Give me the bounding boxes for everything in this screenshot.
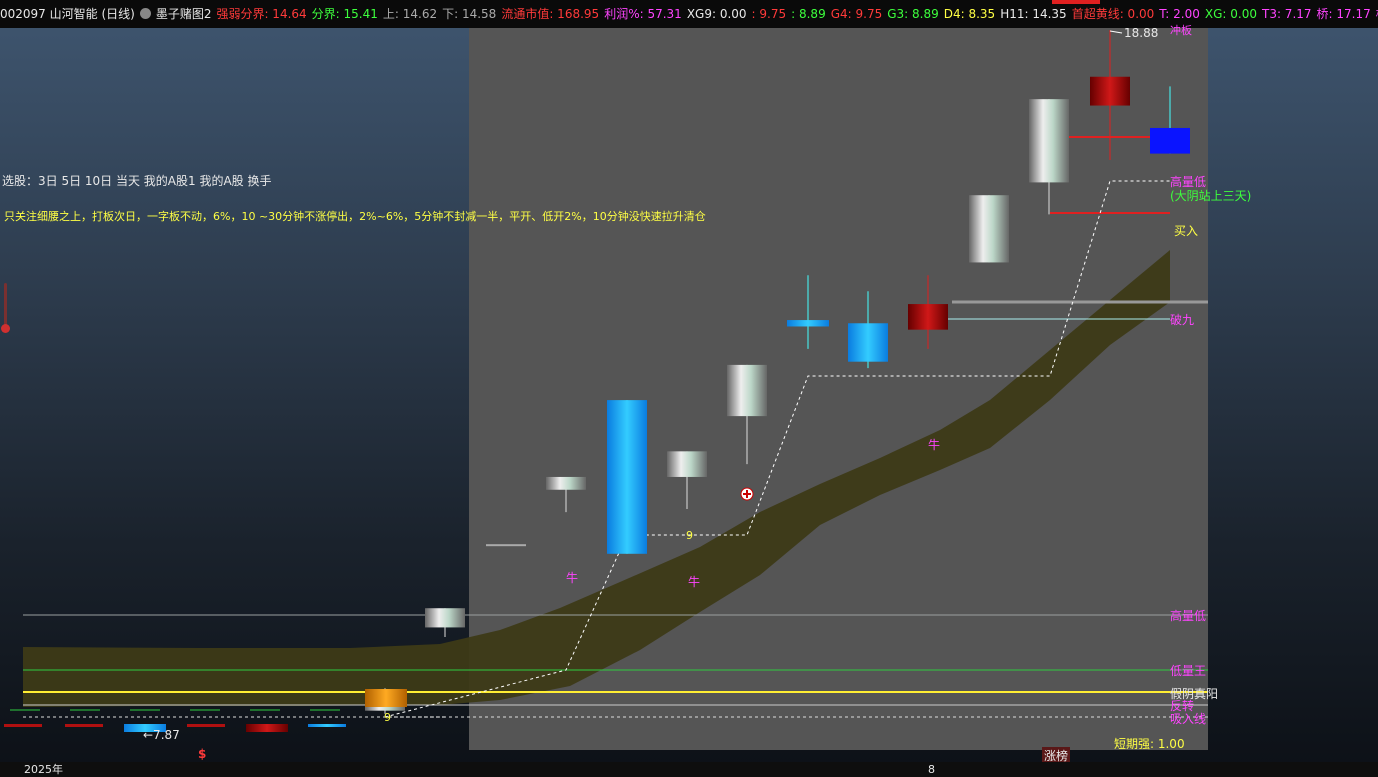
high-price-label: 18.88 xyxy=(1124,26,1159,40)
candle-body xyxy=(969,195,1009,263)
candle-body xyxy=(607,400,647,554)
select-stock-line[interactable]: 选股：3日 5日 10日 当天 我的A股1 我的A股 换手 xyxy=(2,172,271,189)
dollar-marker: $ xyxy=(198,747,207,761)
candle-body xyxy=(1090,76,1130,106)
candle-body xyxy=(667,451,707,477)
thermometer-bulb-icon xyxy=(1,324,10,333)
niu-label-3: 牛 xyxy=(928,438,941,452)
po-jiu-label: 破九 xyxy=(1170,313,1195,327)
xi-ru-xian-label: 吸入线 xyxy=(1170,712,1207,726)
da-yin-label: (大阴站上三天) xyxy=(1170,189,1252,203)
mini-candle xyxy=(65,724,103,727)
top-cut-label: 冲板 xyxy=(1170,24,1192,37)
high-price-arrow xyxy=(1109,30,1123,34)
mini-candle xyxy=(308,724,346,727)
nine-label-1: 9 xyxy=(686,529,693,542)
year-tick: 2025年 xyxy=(24,763,63,776)
candlestick-chart[interactable] xyxy=(0,0,1378,777)
niu-label-2: 牛 xyxy=(688,575,701,589)
candle-body xyxy=(727,364,767,417)
candle-body xyxy=(486,544,526,547)
candle-body xyxy=(425,608,465,628)
candle-body xyxy=(546,476,586,490)
month-tick: 8 xyxy=(928,763,935,776)
candle-body xyxy=(787,320,829,327)
nine-label-2: 9 xyxy=(384,711,391,724)
gao-liang-di-mid-label: 高量低 xyxy=(1170,609,1207,623)
strategy-note: 只关注细腰之上，打板次日，一字板不动，6%，10 ~30分钟不涨停出，2%~6%… xyxy=(4,210,706,223)
mini-candle xyxy=(246,724,288,732)
candle-body xyxy=(908,304,948,330)
mini-candle xyxy=(187,724,225,727)
date-axis: 2025年 8 xyxy=(0,762,1378,777)
thermometer-icon xyxy=(4,283,7,327)
mini-candle xyxy=(4,724,42,727)
candle-body xyxy=(1029,99,1069,183)
buy-label: 买入 xyxy=(1174,224,1199,238)
orange-candle-body xyxy=(365,689,407,707)
low-price-label: ←7.87 xyxy=(143,728,180,742)
candle-body xyxy=(1150,127,1190,154)
di-liang-wang-label: 低量王 xyxy=(1170,664,1207,678)
niu-label-1: 牛 xyxy=(566,571,579,585)
candle-body xyxy=(848,323,888,362)
short-strength-label: 短期强: 1.00 xyxy=(1114,737,1185,751)
